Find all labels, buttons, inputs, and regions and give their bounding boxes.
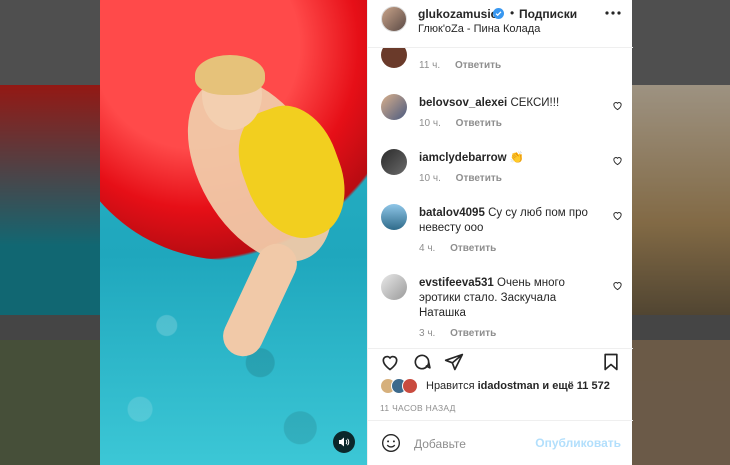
comment-time[interactable]: 3 ч.: [419, 328, 435, 339]
comment-time[interactable]: 4 ч.: [419, 243, 435, 254]
post-video[interactable]: [100, 0, 367, 465]
comment-text: batalov4095 Су су люб пом про невесту оо…: [419, 206, 599, 236]
likes-prefix: Нравится: [426, 380, 475, 392]
comment-time[interactable]: 11 ч.: [419, 60, 440, 71]
comment-meta: 11 ч. Ответить: [419, 60, 513, 71]
like-comment-icon[interactable]: [612, 155, 623, 166]
comment-username[interactable]: evstifeeva531: [419, 277, 494, 289]
comment-meta: 3 ч. Ответить: [419, 328, 508, 339]
comment-username[interactable]: batalov4095: [419, 207, 485, 219]
likes-summary: Нравится idadostman и ещё 11 572: [380, 378, 630, 396]
comment-time[interactable]: 10 ч.: [419, 173, 441, 184]
verified-icon: [493, 8, 504, 19]
comment-username[interactable]: iamclydebarrow: [419, 152, 507, 164]
comment-avatar[interactable]: [381, 274, 407, 300]
comment-text: iamclydebarrow 👏: [419, 151, 599, 166]
author-avatar[interactable]: [381, 6, 407, 32]
heart-icon[interactable]: [380, 352, 400, 372]
comments-list[interactable]: 11 ч. Ответить belovsov_alexei СЕКСИ!!! …: [368, 48, 633, 348]
comment-input[interactable]: [412, 432, 536, 456]
comment-avatar[interactable]: [381, 48, 407, 68]
reply-button[interactable]: Ответить: [450, 328, 496, 339]
liker-avatar[interactable]: [402, 378, 418, 394]
sound-toggle-button[interactable]: [333, 431, 355, 453]
post-time[interactable]: 11 ЧАСОВ НАЗАД: [380, 403, 456, 413]
author-username[interactable]: glukozamusic: [418, 7, 497, 21]
likes-user[interactable]: idadostman: [478, 380, 540, 392]
comment-text: belovsov_alexei СЕКСИ!!!: [419, 96, 599, 111]
comment-text: evstifeeva531 Очень много эротики стало.…: [419, 276, 599, 321]
like-comment-icon[interactable]: [612, 100, 623, 111]
comment-icon[interactable]: [412, 352, 432, 372]
like-comment-icon[interactable]: [612, 280, 623, 291]
post-header: glukozamusic • Подписки Глюк'oZa - Пина …: [368, 0, 633, 48]
likes-count[interactable]: и ещё 11 572: [542, 380, 609, 392]
divider: [368, 348, 633, 349]
comment-meta: 10 ч. Ответить: [419, 118, 514, 129]
comment-body: 👏: [509, 152, 525, 164]
comment-form: Опубликовать: [368, 421, 633, 465]
reply-button[interactable]: Ответить: [455, 60, 501, 71]
reply-button[interactable]: Ответить: [456, 173, 502, 184]
bookmark-icon[interactable]: [601, 352, 621, 372]
comment-time[interactable]: 10 ч.: [419, 118, 441, 129]
reply-button[interactable]: Ответить: [450, 243, 496, 254]
post-audio-subtitle[interactable]: Глюк'oZa - Пина Колада: [418, 23, 540, 35]
following-button[interactable]: Подписки: [519, 7, 577, 21]
post-actions: [368, 350, 633, 376]
likes-text[interactable]: Нравится idadostman и ещё 11 572: [426, 380, 610, 392]
person-hair: [195, 55, 265, 95]
comment-body: СЕКСИ!!!: [510, 97, 560, 109]
reply-button[interactable]: Ответить: [456, 118, 502, 129]
comment-meta: 4 ч. Ответить: [419, 243, 508, 254]
emoji-icon[interactable]: [381, 433, 401, 453]
comment-avatar[interactable]: [381, 149, 407, 175]
more-icon[interactable]: [605, 10, 621, 16]
comment-avatar[interactable]: [381, 94, 407, 120]
comment-meta: 10 ч. Ответить: [419, 173, 514, 184]
share-icon[interactable]: [444, 352, 464, 372]
post-details-panel: glukozamusic • Подписки Глюк'oZa - Пина …: [367, 0, 633, 465]
post-modal: glukozamusic • Подписки Глюк'oZa - Пина …: [100, 0, 633, 465]
sound-icon: [339, 437, 350, 447]
comment-username[interactable]: belovsov_alexei: [419, 97, 507, 109]
separator-dot: •: [510, 6, 515, 20]
publish-button[interactable]: Опубликовать: [535, 436, 621, 450]
like-comment-icon[interactable]: [612, 210, 623, 221]
comment-avatar[interactable]: [381, 204, 407, 230]
